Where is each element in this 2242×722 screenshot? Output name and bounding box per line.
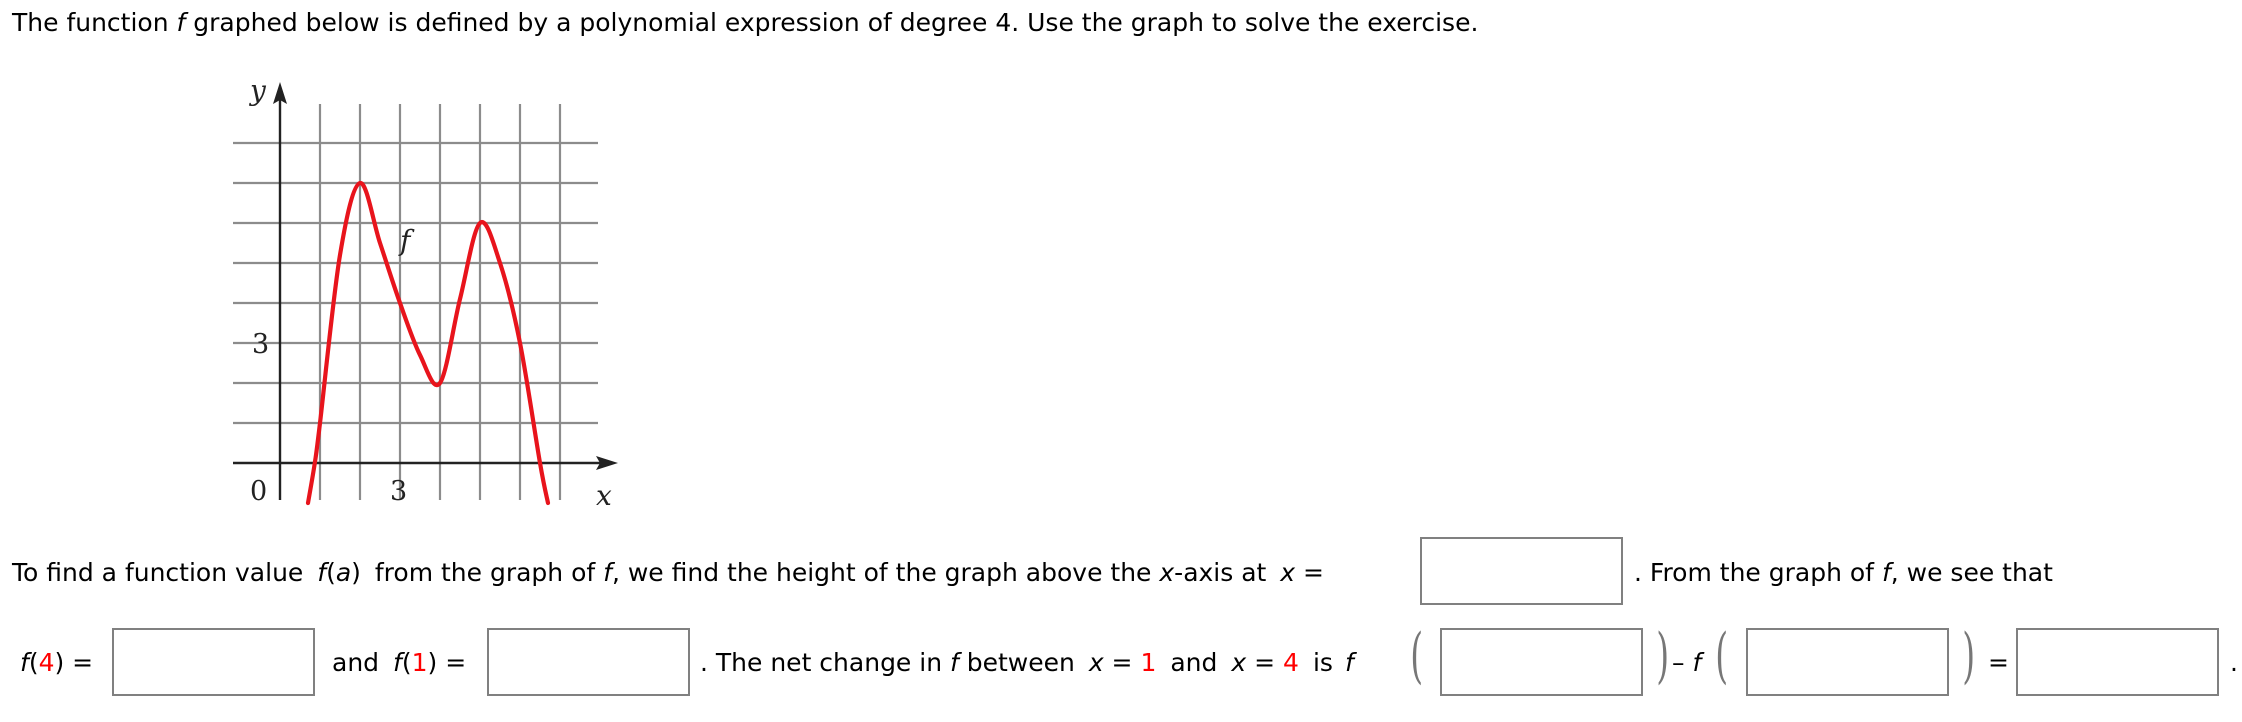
minus-f: – f (1672, 648, 1701, 677)
minus-sign: – (1672, 648, 1685, 677)
x-value-4: 4 (1283, 648, 1299, 677)
text: . From the graph of (1634, 558, 1882, 587)
text: , we see that (1890, 558, 2053, 587)
variable-x: x (1159, 558, 1175, 587)
explanation-text-continued: . From the graph of f, we see that (1634, 558, 2053, 587)
text: To find a function value (12, 558, 312, 587)
text: , we find the height of the graph above … (611, 558, 1160, 587)
problem-statement: The function f graphed below is defined … (12, 8, 1478, 37)
text: ) = (427, 648, 467, 677)
close-paren: ) (1962, 621, 1976, 691)
x-tick-label-3: 3 (390, 476, 407, 507)
function-name: f (20, 648, 29, 677)
text: from the graph of (366, 558, 604, 587)
y-axis-label: y (248, 74, 267, 107)
text: . The net change in (700, 648, 950, 677)
text: = (1103, 648, 1141, 677)
function-name: f (317, 558, 327, 587)
text: -axis at (1174, 558, 1275, 587)
text: = (1295, 558, 1324, 587)
text: is (1312, 648, 1333, 677)
function-name: f (1692, 648, 1702, 677)
prompt-text: The function (12, 8, 177, 37)
net-change-text: . The net change in f between x = 1 and x … (700, 648, 1354, 677)
variable-x: x (1231, 648, 1247, 677)
open-paren: ( (1715, 621, 1729, 691)
function-name: f (1344, 648, 1354, 677)
text: ) = (54, 648, 94, 677)
argument-1: 1 (411, 648, 428, 677)
function-name: f (393, 648, 402, 677)
curve-label: f (398, 224, 415, 257)
f1-label: and f(1) = (332, 648, 466, 677)
f4-value-input[interactable] (112, 628, 315, 696)
function-graph: y x f 0 3 3 (233, 74, 618, 512)
close-paren: ) (1656, 621, 1670, 691)
function-name: f (1881, 558, 1891, 587)
final-period: . (2230, 648, 2238, 677)
variable-x: x (1088, 648, 1104, 677)
x-tick-label-0: 0 (250, 476, 267, 507)
net-change-first-input[interactable] (1440, 628, 1643, 696)
grid (233, 104, 598, 500)
x-axis-label: x (596, 479, 612, 512)
equals-sign: = (1988, 648, 2009, 677)
x-value-1: 1 (1140, 648, 1157, 677)
prompt-text: graphed below is defined by a polynomial… (185, 8, 1479, 37)
function-name: f (950, 648, 959, 677)
text: ( (28, 648, 39, 677)
f4-label: f(4) = (20, 648, 93, 677)
text: = (1246, 648, 1284, 677)
variable-x: x (1280, 558, 1296, 587)
open-paren: ( (1410, 621, 1424, 691)
x-value-input[interactable] (1420, 537, 1623, 605)
variable-a: a (335, 558, 352, 587)
argument-4: 4 (38, 648, 55, 677)
text: between (958, 648, 1083, 677)
net-change-result-input[interactable] (2016, 628, 2219, 696)
text: and (1170, 648, 1218, 677)
y-tick-label-3: 3 (252, 329, 269, 360)
text: ( (401, 648, 412, 677)
net-change-second-input[interactable] (1746, 628, 1949, 696)
f1-value-input[interactable] (487, 628, 690, 696)
text: ( (326, 558, 336, 587)
explanation-text: To find a function value f(a) from the g… (12, 558, 1324, 587)
function-name: f (176, 8, 186, 37)
text: ) (351, 558, 361, 587)
text: and (332, 648, 380, 677)
function-name: f (603, 558, 612, 587)
